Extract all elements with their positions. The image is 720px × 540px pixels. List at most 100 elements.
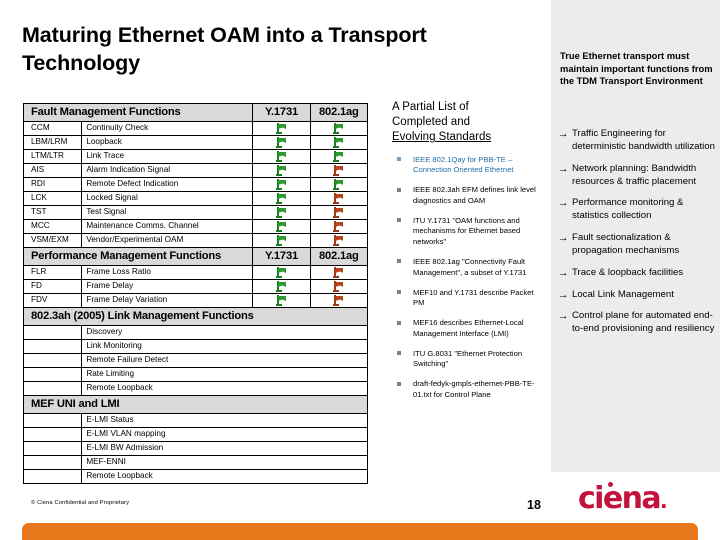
8021ag-flag-icon <box>333 221 344 232</box>
8021ag-flag-icon <box>333 165 344 176</box>
table-row: FDV Frame Delay Variation <box>22 293 369 308</box>
page-number: 18 <box>527 498 541 512</box>
table-row: Discovery <box>22 325 368 340</box>
support-8021ag <box>309 191 369 206</box>
table-row: Remote Loopback <box>22 381 368 396</box>
function-description: E-LMI VLAN mapping <box>81 427 368 442</box>
function-code: FD <box>22 279 83 294</box>
table-row: E-LMI BW Admission <box>22 441 368 456</box>
standards-column: A Partial List of Completed and Evolving… <box>392 100 544 401</box>
function-code-empty <box>22 339 83 354</box>
column-header-y1731: Y.1731 <box>252 247 311 266</box>
support-8021ag <box>309 205 369 220</box>
requirement-item: → Local Link Management <box>558 289 718 302</box>
function-description: Loopback <box>81 135 254 150</box>
arrow-bullet-icon: → <box>558 310 569 323</box>
support-y1731 <box>252 121 311 136</box>
arrow-bullet-icon: → <box>558 232 569 245</box>
support-y1731 <box>252 233 311 248</box>
section-header-label: MEF UNI and LMI <box>23 395 368 414</box>
function-code: VSM/EXM <box>22 233 83 248</box>
square-bullet-icon <box>397 381 401 386</box>
function-description: Remote Defect Indication <box>81 177 254 192</box>
y1731-flag-icon <box>275 123 287 134</box>
y1731-flag-icon <box>275 165 287 176</box>
table-row: Remote Failure Detect <box>22 353 368 368</box>
table-row: RDI Remote Defect Indication <box>22 177 369 192</box>
requirement-item-text: Control plane for automated end-to-end p… <box>572 310 715 335</box>
y1731-flag-icon <box>275 193 287 204</box>
logo-period: . <box>660 489 668 513</box>
square-bullet-icon <box>397 320 401 325</box>
square-bullet-icon <box>397 187 401 192</box>
requirements-list: → Traffic Engineering for deterministic b… <box>558 128 718 345</box>
function-description: Link Monitoring <box>81 339 368 354</box>
standard-item-text: MEF16 describes Ethernet-Local Managemen… <box>413 318 524 338</box>
support-y1731 <box>252 293 311 308</box>
function-description: Rate Limiting <box>81 367 368 382</box>
standard-item: IEEE 802.1ag "Connectivity Fault Managem… <box>392 257 544 279</box>
requirement-item-text: Performance monitoring & statistics coll… <box>572 197 684 222</box>
column-header-8021ag: 802.1ag <box>309 103 369 122</box>
logo-wordmark: ciena <box>578 481 662 516</box>
function-description: E-LMI Status <box>81 413 368 428</box>
function-code: AIS <box>22 163 83 178</box>
standard-item: MEF16 describes Ethernet-Local Managemen… <box>392 318 544 340</box>
footer-accent-bar <box>22 523 698 540</box>
arrow-bullet-icon: → <box>558 266 569 279</box>
y1731-flag-icon <box>275 221 287 232</box>
function-description: Continuity Check <box>81 121 254 136</box>
requirement-item-text: Fault sectionalization & propagation mec… <box>572 232 680 256</box>
requirement-item: → Performance monitoring & statistics col… <box>558 197 718 223</box>
table-row: FLR Frame Loss Ratio <box>22 265 369 280</box>
support-y1731 <box>252 191 311 206</box>
y1731-flag-icon <box>275 295 287 306</box>
requirement-item: → Network planning: Bandwidth resources &… <box>558 163 718 189</box>
standard-item-text: MEF10 and Y.1731 describe Packet PM <box>413 287 534 308</box>
standards-list: IEEE 802.1Qay for PBB-TE – Connection Or… <box>392 155 544 401</box>
table-row: TST Test Signal <box>22 205 369 220</box>
function-description: Remote Loopback <box>81 469 368 484</box>
standard-item-text: ITU Y.1731 "OAM functions and mechanisms… <box>413 215 521 247</box>
standard-item: IEEE 802.3ah EFM defines link level diag… <box>392 185 544 207</box>
arrow-bullet-icon: → <box>558 162 569 175</box>
standard-item-text: ITU G.8031 "Ethernet Protection Switchin… <box>413 348 523 369</box>
support-8021ag <box>309 265 369 280</box>
support-8021ag <box>309 293 369 308</box>
function-code-empty <box>22 469 83 484</box>
support-y1731 <box>252 163 311 178</box>
function-description: Locked Signal <box>81 191 254 206</box>
function-description: MEF-ENNI <box>81 455 368 470</box>
confidentiality-note: © Ciena Confidential and Proprietary <box>31 500 130 506</box>
table-row: CCM Continuity Check <box>22 121 369 136</box>
8021ag-flag-icon <box>333 267 344 278</box>
function-code: CCM <box>22 121 83 136</box>
function-code-empty <box>22 353 83 368</box>
support-y1731 <box>252 177 311 192</box>
function-description: Remote Loopback <box>81 381 368 396</box>
function-code: LCK <box>22 191 83 206</box>
support-8021ag <box>309 163 369 178</box>
function-code: FLR <box>22 265 83 280</box>
8021ag-flag-icon <box>333 179 344 190</box>
standards-title: A Partial List of Completed and Evolving… <box>392 100 544 146</box>
function-description: Frame Delay <box>81 279 254 294</box>
support-8021ag <box>309 121 369 136</box>
square-bullet-icon <box>397 259 401 264</box>
support-y1731 <box>252 149 311 164</box>
function-code: RDI <box>22 177 83 192</box>
requirement-item: → Control plane for automated end-to-end … <box>558 310 718 336</box>
standard-item[interactable]: IEEE 802.1Qay for PBB-TE – Connection Or… <box>392 155 544 177</box>
support-y1731 <box>252 279 311 294</box>
function-code-empty <box>22 427 83 442</box>
standard-item-text: draft-fedyk-gmpls-ethernet-PBB-TE-01.txt… <box>413 379 535 400</box>
y1731-flag-icon <box>275 281 287 292</box>
standard-item-text: IEEE 802.1Qay for PBB-TE – Connection Or… <box>413 154 514 175</box>
y1731-flag-icon <box>275 179 287 190</box>
function-description: Vendor/Experimental OAM <box>81 233 254 248</box>
table-row: Rate Limiting <box>22 367 368 382</box>
slide-canvas: Maturing Ethernet OAM into a Transport T… <box>0 0 720 540</box>
requirement-item: → Trace & loopback facilities <box>558 267 718 280</box>
requirement-item: → Traffic Engineering for deterministic b… <box>558 128 718 154</box>
table-row: LCK Locked Signal <box>22 191 369 206</box>
